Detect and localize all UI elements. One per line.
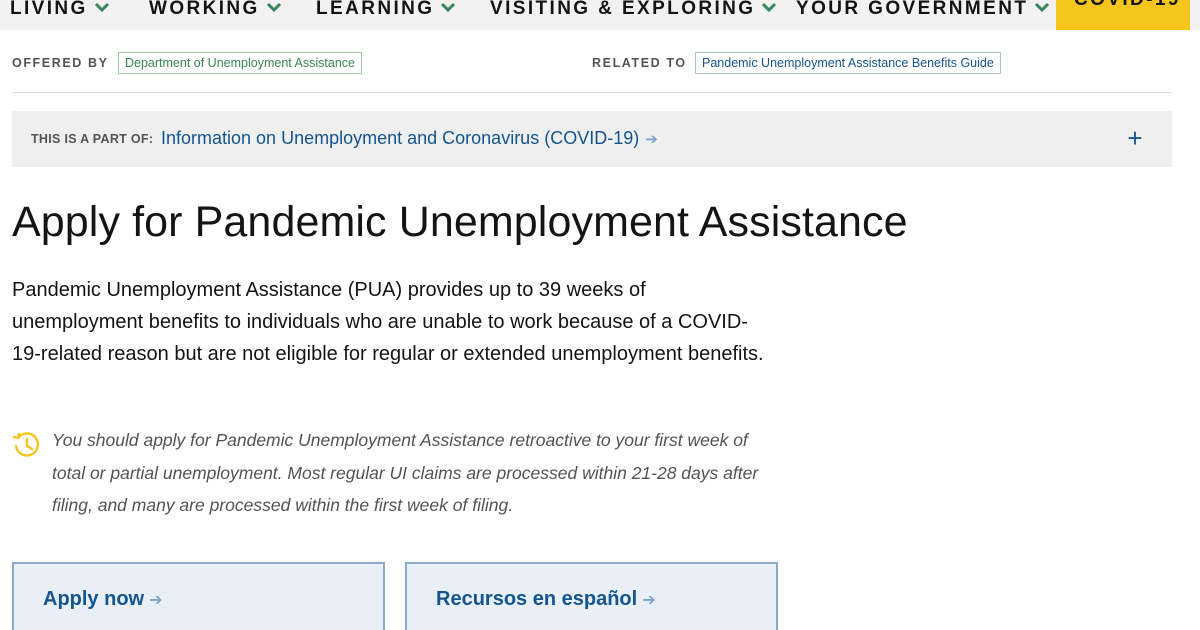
nav-item-learning[interactable]: LEARNING xyxy=(316,0,456,30)
related-to-link[interactable]: Pandemic Unemployment Assistance Benefit… xyxy=(695,52,1001,74)
chevron-down-icon xyxy=(266,0,282,15)
retroactive-notice: You should apply for Pandemic Unemployme… xyxy=(52,430,759,515)
nav-item-label: LEARNING xyxy=(316,0,435,19)
part-of-link-text: Information on Unemployment and Coronavi… xyxy=(161,128,640,148)
page-meta: OFFERED BY Department of Unemployment As… xyxy=(12,52,1172,76)
page-title: Apply for Pandemic Unemployment Assistan… xyxy=(12,198,908,246)
arrow-right-icon: ➔ xyxy=(645,131,658,148)
related-to-label: RELATED TO xyxy=(592,56,687,70)
part-of-banner: THIS IS A PART OF: Information on Unempl… xyxy=(12,111,1172,167)
nav-item-working[interactable]: WORKING xyxy=(149,0,282,30)
chevron-down-icon xyxy=(1034,0,1050,15)
nav-item-label: VISITING & EXPLORING xyxy=(490,0,756,19)
chevron-down-icon xyxy=(761,0,777,15)
nav-item-label: LIVING xyxy=(10,0,88,19)
nav-item-your-government[interactable]: YOUR GOVERNMENT xyxy=(796,0,1050,30)
arrow-right-icon: ➔ xyxy=(149,592,163,609)
expand-plus-icon[interactable]: + xyxy=(1124,123,1146,153)
spanish-resources-button[interactable]: Recursos en español ➔ xyxy=(405,562,778,630)
part-of-label: THIS IS A PART OF: xyxy=(31,132,154,146)
apply-now-label: Apply now ➔ xyxy=(43,588,163,611)
divider xyxy=(12,92,1172,93)
arrow-right-icon: ➔ xyxy=(642,592,656,609)
spanish-resources-text: Recursos en español xyxy=(436,588,638,610)
nav-item-label: YOUR GOVERNMENT xyxy=(796,0,1029,19)
offered-by-link[interactable]: Department of Unemployment Assistance xyxy=(118,52,362,74)
top-navigation: LIVING WORKING LEARNING VISITING & EXPLO… xyxy=(0,0,1200,30)
nav-item-living[interactable]: LIVING xyxy=(10,0,110,30)
nav-item-label: WORKING xyxy=(149,0,260,19)
offered-by-label: OFFERED BY xyxy=(12,56,109,70)
nav-item-label: COVID-19 xyxy=(1074,0,1181,12)
nav-item-visiting-exploring[interactable]: VISITING & EXPLORING xyxy=(490,0,777,30)
chevron-down-icon xyxy=(440,0,456,15)
clock-history-icon xyxy=(12,430,42,460)
lead-paragraph: Pandemic Unemployment Assistance (PUA) p… xyxy=(12,279,764,365)
part-of-link[interactable]: Information on Unemployment and Coronavi… xyxy=(161,128,658,149)
apply-now-button[interactable]: Apply now ➔ xyxy=(12,562,385,630)
apply-now-text: Apply now xyxy=(43,588,145,610)
nav-item-covid-19[interactable]: COVID-19 xyxy=(1056,0,1190,30)
spanish-resources-label: Recursos en español ➔ xyxy=(436,588,656,611)
chevron-down-icon xyxy=(94,0,110,15)
